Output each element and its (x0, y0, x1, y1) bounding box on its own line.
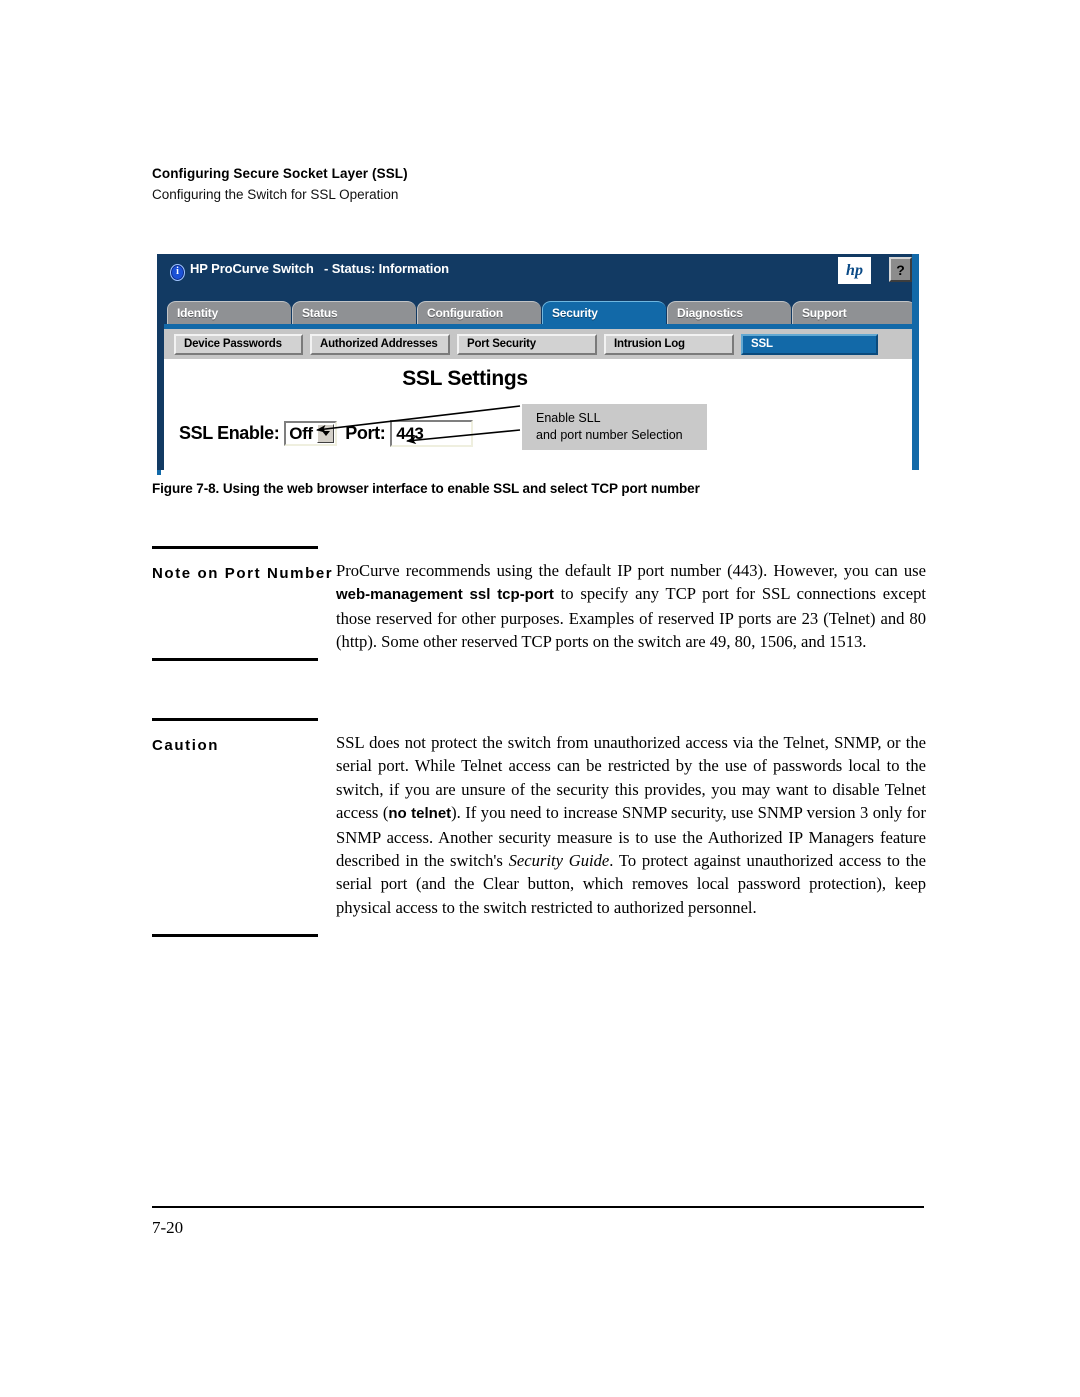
tab-support[interactable]: Support (792, 301, 916, 324)
port-label: Port: (345, 423, 386, 443)
subtab-ssl[interactable]: SSL (741, 333, 878, 355)
hp-logo-text: hp (846, 261, 863, 279)
port-input-value: 443 (396, 423, 424, 443)
ssl-enable-selected-value: Off (289, 423, 313, 443)
info-icon: i (170, 264, 185, 281)
note-label: Note on Port Number (152, 565, 334, 582)
caution-body: SSL does not protect the switch from una… (336, 731, 926, 919)
subtab-intrusion-log[interactable]: Intrusion Log (604, 333, 734, 355)
security-subtab-bar: Device Passwords Authorized Addresses Po… (157, 329, 919, 359)
tab-identity[interactable]: Identity (167, 301, 291, 324)
footer-rule (152, 1206, 924, 1208)
figure-caption: Figure 7-8. Using the web browser interf… (152, 481, 700, 496)
help-button[interactable]: ? (889, 257, 912, 282)
running-head: Configuring Secure Socket Layer (SSL) Co… (152, 165, 912, 204)
info-icon-glyph: i (176, 266, 179, 277)
web-interface-screenshot: i HP ProCurve Switch - Status: Informati… (157, 254, 919, 475)
ssl-enable-select[interactable]: Off (284, 421, 338, 446)
note-body-part1: ProCurve recommends using the default IP… (336, 561, 926, 580)
app-product-name: HP ProCurve Switch (190, 261, 314, 276)
subtab-port-security[interactable]: Port Security (457, 333, 597, 355)
tab-security[interactable]: Security (542, 301, 666, 324)
caution-body-guide-title: Security Guide (508, 851, 610, 871)
note-on-port-number-block: Note on Port Number ProCurve recommends … (152, 546, 932, 664)
tab-diagnostics[interactable]: Diagnostics (667, 301, 791, 324)
running-head-subtitle: Configuring the Switch for SSL Operation (152, 187, 399, 202)
tab-configuration[interactable]: Configuration (417, 301, 541, 324)
ssl-settings-form: SSL Enable: Off Port: 443 (179, 420, 474, 447)
main-tab-bar: Identity Status Configuration Security D… (157, 298, 919, 324)
caution-label: Caution (152, 737, 220, 754)
subtab-device-passwords[interactable]: Device Passwords (174, 333, 303, 355)
caution-rule-bottom (152, 934, 318, 937)
note-body: ProCurve recommends using the default IP… (336, 559, 926, 654)
tab-status[interactable]: Status (292, 301, 416, 324)
callout-line-1: Enable SLL (536, 411, 601, 425)
port-input[interactable]: 443 (390, 420, 474, 447)
page-number: 7-20 (152, 1218, 184, 1237)
chevron-down-icon[interactable] (317, 424, 335, 443)
app-titlebar: i HP ProCurve Switch - Status: Informati… (157, 254, 919, 298)
callout-line-2: and port number Selection (536, 428, 683, 442)
running-head-title: Configuring Secure Socket Layer (SSL) (152, 166, 408, 181)
caution-rule-top (152, 718, 318, 721)
note-rule-bottom (152, 658, 318, 661)
app-status-text: - Status: Information (324, 261, 450, 276)
ssl-settings-heading: SSL Settings (402, 367, 528, 390)
hp-logo: hp (838, 257, 871, 284)
note-body-command: web-management ssl tcp-port (336, 586, 554, 604)
subtab-authorized-addresses[interactable]: Authorized Addresses (310, 333, 450, 355)
ssl-enable-label: SSL Enable: (179, 423, 280, 443)
caution-body-command: no telnet (388, 805, 452, 823)
note-rule-top (152, 546, 318, 549)
caution-block: Caution SSL does not protect the switch … (152, 718, 932, 940)
annotation-callout: Enable SLL and port number Selection (522, 404, 707, 450)
